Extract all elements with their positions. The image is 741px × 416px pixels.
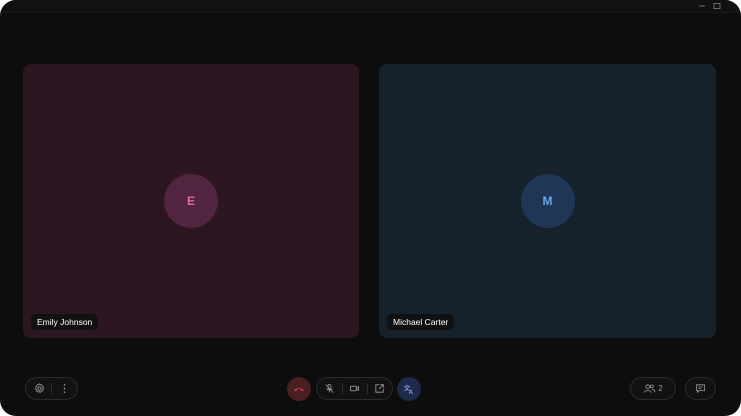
avatar: M [520, 174, 575, 228]
end-call-icon [294, 388, 304, 392]
settings-group [25, 377, 78, 400]
mic-off-icon [325, 383, 334, 393]
participant-tile-emily[interactable]: E Emily Johnson [23, 64, 359, 338]
share-screen-icon [375, 384, 384, 393]
settings-icon [34, 383, 44, 394]
people-icon [644, 384, 656, 393]
mic-toggle-button[interactable] [318, 378, 342, 399]
minimize-icon[interactable] [698, 3, 706, 9]
camera-icon [349, 385, 360, 392]
maximize-icon[interactable] [713, 3, 721, 9]
more-vertical-icon [63, 384, 65, 393]
svg-text:A: A [409, 390, 414, 395]
participants-button[interactable]: 2 [630, 377, 676, 400]
avatar-initial: E [186, 194, 195, 208]
media-controls-group [316, 377, 393, 400]
chat-button[interactable] [685, 377, 716, 400]
avatar: E [164, 174, 218, 228]
participant-name-tag: Emily Johnson [31, 314, 99, 330]
avatar-initial: M [542, 194, 553, 208]
more-options-button[interactable] [52, 378, 76, 399]
participants-count: 2 [658, 384, 663, 393]
camera-toggle-button[interactable] [343, 378, 367, 399]
end-call-button[interactable] [287, 377, 311, 401]
share-screen-button[interactable] [368, 378, 392, 399]
chat-icon [695, 384, 706, 394]
translate-button[interactable]: 文 A [397, 377, 421, 401]
call-window: E Emily Johnson M Michael Carter 文 A 2 [0, 0, 741, 416]
participant-tile-michael[interactable]: M Michael Carter [379, 64, 716, 338]
translate-icon: 文 A [403, 383, 414, 395]
settings-button[interactable] [27, 378, 51, 399]
participant-name-tag: Michael Carter [387, 314, 455, 330]
title-bar [0, 0, 741, 13]
